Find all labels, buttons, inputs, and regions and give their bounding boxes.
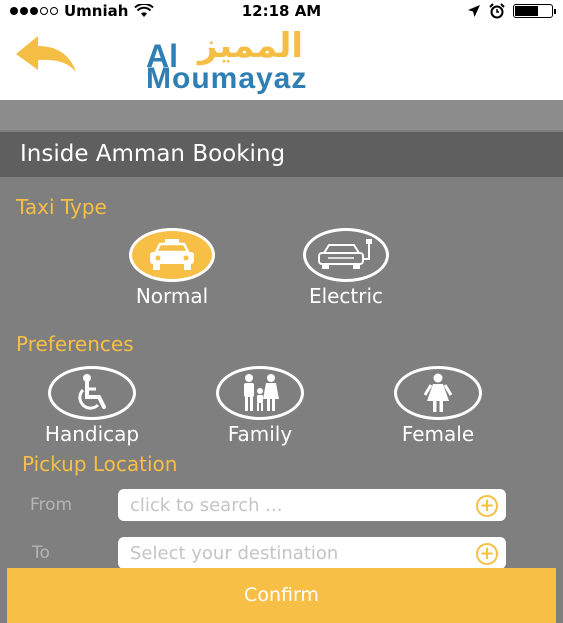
taxi-type-label: Taxi Type [16,195,107,219]
preferences-label: Preferences [16,332,134,356]
plus-icon: + [479,495,495,516]
to-add-button[interactable]: + [476,543,498,565]
logo-moumayaz-text: Moumayaz [146,62,308,95]
header-divider [0,100,563,130]
back-button[interactable] [12,32,78,82]
taxi-option-normal[interactable]: Normal [126,228,218,308]
destination-input[interactable] [130,541,470,565]
plus-icon: + [479,543,495,564]
from-search-input[interactable] [130,493,470,517]
handicap-label: Handicap [44,422,140,446]
female-circle [394,366,482,420]
normal-label: Normal [135,284,209,308]
female-icon [423,373,453,412]
battery-icon [513,4,556,18]
electric-label: Electric [308,284,384,308]
family-label: Family [227,422,293,446]
status-bar: Umniah 12:18 AM [0,0,563,22]
confirm-button[interactable]: Confirm [7,568,556,623]
pickup-location-label: Pickup Location [22,452,178,476]
page-title: Inside Amman Booking [0,132,563,177]
taxi-option-electric[interactable]: Electric [296,228,396,308]
preference-family[interactable]: Family [210,366,310,446]
from-label: From [30,495,73,515]
to-label: To [32,543,50,563]
wheelchair-icon [78,374,106,410]
family-circle [216,366,304,420]
from-field[interactable]: + [118,489,506,521]
electric-taxi-circle [303,228,389,282]
preference-female[interactable]: Female [378,366,498,446]
app-header: المميز Al Moumayaz [0,22,563,100]
location-arrow-icon [468,5,480,17]
handicap-circle [48,366,136,420]
electric-car-icon [318,239,372,269]
back-arrow-icon [16,36,76,72]
alarm-icon [489,3,505,19]
app-logo: المميز Al Moumayaz [146,26,426,95]
status-right [467,3,556,19]
logo-arabic-text: المميز [198,26,304,66]
family-icon [244,374,279,411]
to-field[interactable]: + [118,537,506,569]
preference-handicap[interactable]: Handicap [28,366,156,446]
normal-taxi-circle [129,228,215,282]
taxi-icon [150,239,194,270]
female-label: Female [401,422,475,446]
from-add-button[interactable]: + [476,495,498,517]
